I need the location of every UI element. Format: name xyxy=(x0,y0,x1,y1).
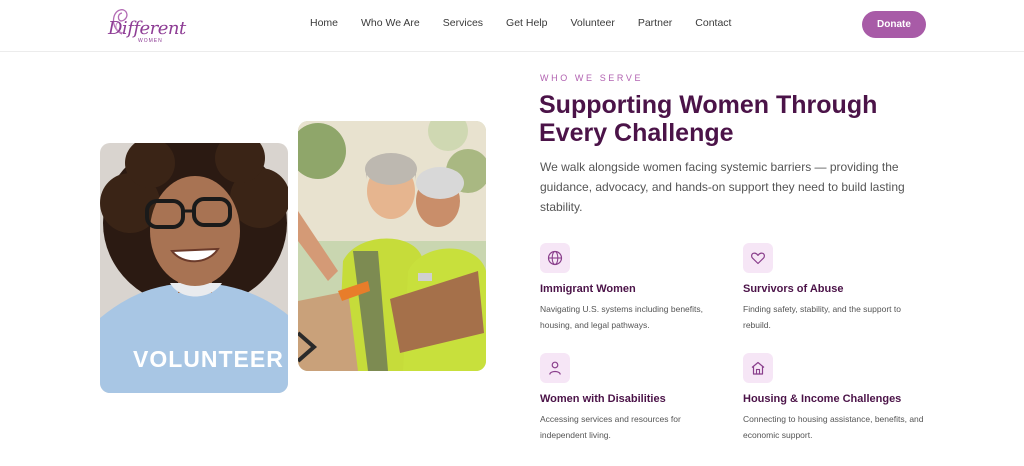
card-title: Housing & Income Challenges xyxy=(743,393,902,405)
volunteers-photo xyxy=(298,121,486,371)
site-header: Different WOMEN Home Who We Are Services… xyxy=(0,0,1024,52)
globe-icon xyxy=(540,243,570,273)
card-description: Navigating U.S. systems including benefi… xyxy=(540,304,703,330)
donate-button[interactable]: Donate xyxy=(862,11,926,38)
card-description: Finding safety, stability, and the suppo… xyxy=(743,304,901,330)
section-title: Supporting Women Through Every Challenge xyxy=(539,91,878,147)
section-intro: We walk alongside women facing systemic … xyxy=(540,160,905,214)
card-title: Immigrant Women xyxy=(540,283,636,295)
nav-volunteer[interactable]: Volunteer xyxy=(570,17,614,29)
nav-who-we-are[interactable]: Who We Are xyxy=(361,17,420,29)
card-title: Survivors of Abuse xyxy=(743,283,844,295)
nav-services[interactable]: Services xyxy=(443,17,483,29)
nav-get-help[interactable]: Get Help xyxy=(506,17,547,29)
nav-home[interactable]: Home xyxy=(310,17,338,29)
main-nav: Home Who We Are Services Get Help Volunt… xyxy=(310,17,754,29)
home-icon xyxy=(743,353,773,383)
person-icon xyxy=(540,353,570,383)
heart-icon xyxy=(743,243,773,273)
card-title: Women with Disabilities xyxy=(540,393,666,405)
section-eyebrow: WHO WE SERVE xyxy=(540,73,644,83)
nav-contact[interactable]: Contact xyxy=(695,17,731,29)
volunteer-shirt-text: VOLUNTEER xyxy=(133,346,284,372)
card-description: Accessing services and resources for ind… xyxy=(540,414,681,440)
nav-partner[interactable]: Partner xyxy=(638,17,672,29)
logo-wordmark: Different xyxy=(108,18,186,39)
site-logo[interactable]: Different WOMEN xyxy=(100,4,186,46)
logo-subtext: WOMEN xyxy=(138,38,163,44)
card-description: Connecting to housing assistance, benefi… xyxy=(743,414,924,440)
